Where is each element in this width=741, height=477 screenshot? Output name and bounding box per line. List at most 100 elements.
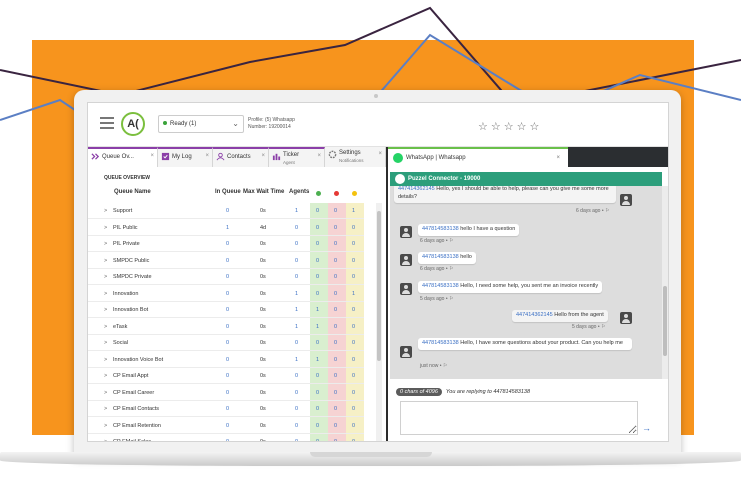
tab-ticker[interactable]: Ticker Agent × [269, 147, 325, 167]
max-wait-time: 0s [260, 439, 266, 442]
message-input[interactable] [400, 401, 638, 435]
close-icon[interactable]: × [150, 153, 154, 160]
table-row[interactable]: > CP Email Appt 0 0s 0 0 0 0 [88, 368, 364, 384]
sender-number[interactable]: 447414362145 [516, 312, 553, 318]
table-row[interactable]: > eTask 0 0s 1 1 0 0 [88, 319, 364, 335]
status-dot-icon [163, 121, 167, 126]
max-wait-time: 0s [260, 241, 266, 247]
close-icon[interactable]: × [317, 153, 321, 160]
queue-name: SMPDC Private [113, 274, 152, 280]
laptop-camera [374, 94, 378, 98]
sender-number[interactable]: 447814583138 [422, 254, 459, 260]
in-queue-count: 0 [226, 356, 230, 363]
expand-chevron-icon[interactable]: > [104, 274, 107, 280]
agents-count: 0 [295, 241, 299, 247]
max-wait-time: 0s [260, 373, 266, 379]
sender-number[interactable]: 447814583138 [422, 283, 459, 289]
yellow-status-count: 0 [352, 356, 356, 363]
agents-count: 0 [295, 389, 299, 396]
tab-queue-overview[interactable]: Queue Ov... × [88, 147, 158, 167]
in-queue-count: 0 [226, 208, 230, 214]
expand-chevron-icon[interactable]: > [104, 406, 107, 412]
in-queue-count: 1 [226, 224, 230, 231]
close-icon[interactable]: × [556, 155, 560, 161]
expand-chevron-icon[interactable]: > [104, 390, 107, 396]
queue-name: PIL Public [113, 224, 138, 231]
expand-chevron-icon[interactable]: > [104, 291, 107, 297]
laptop-notch [310, 452, 432, 457]
queue-name: CP Email Appt [113, 373, 149, 379]
expand-chevron-icon[interactable]: > [104, 373, 107, 379]
red-status-count: 0 [334, 406, 338, 412]
table-row[interactable]: > SMPDC Public 0 0s 0 0 0 0 [88, 253, 364, 269]
close-icon[interactable]: × [205, 153, 209, 160]
chat-history: 447414362145 Hello, yes I should be able… [390, 186, 662, 379]
tab-label: Queue Ov... [102, 154, 134, 161]
agents-count: 1 [295, 208, 299, 214]
message-bubble: 447814583138 hello [418, 252, 476, 264]
close-icon[interactable]: × [378, 151, 382, 158]
expand-chevron-icon[interactable]: > [104, 324, 107, 330]
tab-contacts[interactable]: Contacts × [213, 147, 269, 167]
message-bubble: 447814583138 Hello, I have some question… [418, 338, 632, 350]
send-arrow-icon[interactable]: → [642, 423, 651, 433]
table-row[interactable]: > Social 0 0s 0 0 0 0 [88, 335, 364, 351]
expand-chevron-icon[interactable]: > [104, 241, 107, 247]
menu-icon[interactable] [100, 117, 114, 129]
green-status-count: 0 [316, 274, 320, 280]
table-row[interactable]: > Innovation Bot 0 0s 1 1 0 0 [88, 302, 364, 318]
tab-whatsapp[interactable]: WhatsApp | Whatsapp × [388, 147, 568, 167]
expand-chevron-icon[interactable]: > [104, 439, 107, 441]
expand-chevron-icon[interactable]: > [104, 258, 107, 264]
scrollbar-thumb[interactable] [663, 286, 667, 356]
expand-chevron-icon[interactable]: > [104, 423, 107, 429]
agents-count: 0 [295, 406, 299, 412]
tab-my-log[interactable]: My Log × [158, 147, 213, 167]
expand-chevron-icon[interactable]: > [104, 307, 107, 313]
table-row[interactable]: > CP EMail Sales 0 0s 0 0 0 0 [88, 434, 364, 442]
max-wait-time: 0s [260, 307, 266, 313]
table-row[interactable]: > PIL Public 1 4d 0 0 0 0 [88, 220, 364, 236]
table-row[interactable]: > Support 0 0s 1 0 0 1 [88, 203, 364, 219]
profile-info: Profile: (5) Whatsapp Number: 19200014 [248, 117, 295, 131]
expand-chevron-icon[interactable]: > [104, 340, 107, 346]
table-row[interactable]: > Innovation Voice Bot 0 0s 1 1 0 0 [88, 352, 364, 368]
agent-status-select[interactable]: Ready (1) ⌄ [158, 115, 244, 133]
sender-number[interactable]: 447814583138 [422, 226, 459, 232]
column-header-in-queue[interactable]: In Queue [215, 189, 241, 199]
table-row[interactable]: > PIL Private 0 0s 0 0 0 0 [88, 236, 364, 252]
sender-number[interactable]: 447814583138 [422, 340, 459, 346]
close-icon[interactable]: × [261, 153, 265, 160]
expand-chevron-icon[interactable]: > [104, 357, 107, 363]
queue-scrollbar[interactable] [376, 203, 382, 441]
red-status-count: 0 [334, 307, 338, 313]
agents-count: 1 [295, 307, 299, 313]
expand-chevron-icon[interactable]: > [104, 225, 107, 231]
chat-scrollbar[interactable] [662, 186, 668, 379]
sender-number[interactable]: 447414362145 [398, 186, 435, 192]
column-header-queue-name[interactable]: Queue Name [114, 189, 151, 199]
agents-count: 0 [295, 373, 299, 379]
table-row[interactable]: > CP Email Contacts 0 0s 0 0 0 0 [88, 401, 364, 417]
table-row[interactable]: > SMPDC Private 0 0s 0 0 0 0 [88, 269, 364, 285]
tab-settings[interactable]: Settings Notifications × [325, 147, 386, 167]
max-wait-time: 0s [260, 389, 266, 396]
rating-stars[interactable]: ☆☆☆☆☆ [478, 120, 542, 133]
max-wait-time: 0s [260, 290, 266, 297]
message-meta: 6 days ago • ⚐ [576, 208, 610, 214]
green-dot-icon [316, 191, 321, 196]
message-text: Hello, I need some help, you sent me an … [458, 283, 599, 289]
scrollbar-thumb[interactable] [377, 211, 381, 361]
expand-chevron-icon[interactable]: > [104, 208, 107, 214]
yellow-status-count: 0 [352, 307, 356, 313]
whatsapp-icon [393, 153, 403, 163]
red-status-count: 0 [334, 290, 338, 297]
queue-name: Support [113, 208, 133, 214]
column-header-agents[interactable]: Agents [289, 189, 309, 199]
red-status-count: 0 [334, 422, 338, 429]
table-row[interactable]: > CP Email Career 0 0s 0 0 0 0 [88, 385, 364, 401]
table-row[interactable]: > Innovation 0 0s 1 0 0 1 [88, 286, 364, 302]
table-row[interactable]: > CP Email Retention 0 0s 0 0 0 0 [88, 418, 364, 434]
customer-avatar [400, 283, 412, 295]
column-header-max-wait[interactable]: Max Wait Time [243, 189, 284, 199]
